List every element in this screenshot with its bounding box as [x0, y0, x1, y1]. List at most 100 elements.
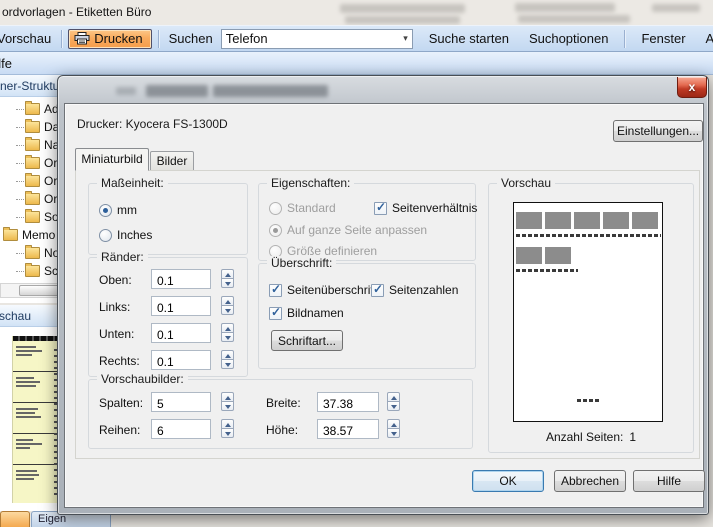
radio-inches[interactable]: Inches	[99, 227, 152, 243]
tree-item-label: Memo	[22, 228, 55, 242]
preview-group-label: Vorschau	[497, 176, 555, 190]
height-spinner[interactable]	[387, 419, 400, 439]
rows-input[interactable]	[151, 419, 211, 439]
start-search-button[interactable]: Suche starten	[419, 31, 519, 46]
checkbox-aspect-ratio[interactable]: Seitenverhältnis	[374, 200, 477, 216]
background-titlebar: ordvorlagen - Etiketten Büro	[0, 0, 713, 25]
font-button[interactable]: Schriftart...	[271, 330, 343, 351]
label-sheet-preview-image	[12, 336, 63, 503]
page-count-line: Anzahl Seiten: 1	[489, 430, 693, 444]
radio-fit-page-label: Auf ganze Seite anpassen	[287, 223, 427, 237]
print-button-label: Drucken	[94, 31, 142, 46]
unit-group-label: Maßeinheit:	[97, 176, 168, 190]
search-options-button[interactable]: Suchoptionen	[519, 31, 619, 46]
margin-top-label: Oben:	[99, 273, 132, 287]
radio-icon[interactable]	[99, 229, 112, 242]
checkbox-page-heading[interactable]: Seitenüberschrift	[269, 282, 377, 298]
thumbnail-placeholder	[516, 247, 542, 264]
height-input[interactable]	[317, 419, 379, 439]
checkbox-page-numbers[interactable]: Seitenzahlen	[371, 282, 458, 298]
checkbox-image-names[interactable]: Bildnamen	[269, 305, 344, 321]
dialog-client-area: Drucker: Kyocera FS-1300D Einstellungen.…	[64, 103, 704, 508]
preview-toolbar-button[interactable]: Vorschau	[0, 31, 55, 46]
margin-left-input[interactable]	[151, 296, 211, 316]
tree-horizontal-scrollbar[interactable]	[0, 283, 63, 298]
tree-connector	[16, 127, 24, 128]
spinner-down-icon[interactable]	[221, 359, 234, 369]
checkbox-page-numbers-label: Seitenzahlen	[389, 283, 458, 297]
folder-icon	[25, 121, 40, 133]
spinner-down-icon[interactable]	[221, 278, 234, 288]
margin-right-spinner[interactable]	[221, 350, 234, 370]
properties-group: Eigenschaften: Standard Seitenverhältnis…	[258, 183, 476, 261]
margin-bottom-input[interactable]	[151, 323, 211, 343]
close-icon[interactable]: x	[677, 77, 707, 98]
width-label: Breite:	[266, 396, 301, 410]
tree-connector	[16, 181, 24, 182]
search-combobox[interactable]: Telefon ▾	[221, 29, 413, 49]
tree-connector	[16, 199, 24, 200]
tree-connector	[16, 163, 24, 164]
bottom-tab-preview[interactable]	[0, 511, 30, 527]
caption-text-row	[516, 269, 578, 272]
folder-icon	[25, 103, 40, 115]
window-menu-button[interactable]: Fenster	[631, 31, 695, 46]
folder-icon	[25, 247, 40, 259]
columns-spinner[interactable]	[221, 392, 234, 412]
margin-left-spinner[interactable]	[221, 296, 234, 316]
toolbar-separator	[61, 30, 62, 48]
margin-top-input[interactable]	[151, 269, 211, 289]
radio-inches-label: Inches	[117, 228, 152, 242]
margin-bottom-spinner[interactable]	[221, 323, 234, 343]
help-menu-item[interactable]: Hilfe	[0, 56, 12, 71]
redacted-text	[345, 16, 460, 24]
cancel-button[interactable]: Abbrechen	[554, 470, 626, 492]
redacted-text	[340, 4, 465, 13]
margin-top-spinner[interactable]	[221, 269, 234, 289]
ok-button[interactable]: OK	[472, 470, 544, 492]
margins-group: Ränder: Oben: Links: Unten: Rechts:	[88, 257, 248, 377]
radio-icon[interactable]	[99, 204, 112, 217]
tree-connector	[16, 217, 24, 218]
thumbnail-placeholder	[574, 212, 600, 229]
spinner-down-icon[interactable]	[221, 401, 234, 411]
tree-connector	[16, 109, 24, 110]
spinner-down-icon[interactable]	[221, 305, 234, 315]
search-combobox-value: Telefon	[226, 31, 268, 46]
checkbox-icon[interactable]	[371, 284, 384, 297]
margin-right-input[interactable]	[151, 350, 211, 370]
thumbnail-placeholder	[632, 212, 658, 229]
print-button[interactable]: Drucken	[68, 29, 151, 49]
view-menu-button[interactable]: Anzeige	[696, 31, 713, 46]
checkbox-icon[interactable]	[374, 202, 387, 215]
radio-mm[interactable]: mm	[99, 202, 137, 218]
dialog-title-redacted	[213, 85, 328, 97]
thumbnail-placeholder	[545, 212, 571, 229]
folder-icon	[3, 229, 18, 241]
tree-connector	[16, 271, 24, 272]
checkbox-icon[interactable]	[269, 307, 282, 320]
checkbox-icon[interactable]	[269, 284, 282, 297]
width-spinner[interactable]	[387, 392, 400, 412]
tab-bilder[interactable]: Bilder	[150, 151, 194, 171]
thumbnail-placeholder	[545, 247, 571, 264]
thumbnails-group-label: Vorschaubilder:	[97, 372, 188, 386]
spinner-down-icon[interactable]	[387, 428, 400, 438]
spinner-down-icon[interactable]	[221, 428, 234, 438]
dialog-title-redacted	[146, 85, 208, 97]
spinner-down-icon[interactable]	[221, 332, 234, 342]
folder-icon	[25, 265, 40, 277]
settings-button[interactable]: Einstellungen...	[613, 120, 703, 142]
rows-spinner[interactable]	[221, 419, 234, 439]
spinner-down-icon[interactable]	[387, 401, 400, 411]
columns-input[interactable]	[151, 392, 211, 412]
help-button[interactable]: Hilfe	[633, 470, 705, 492]
width-input[interactable]	[317, 392, 379, 412]
redacted-text	[652, 4, 700, 12]
thumbnail-placeholder	[516, 212, 542, 229]
margin-bottom-label: Unten:	[99, 327, 134, 341]
chevron-down-icon[interactable]: ▾	[403, 33, 408, 44]
properties-group-label: Eigenschaften:	[267, 176, 354, 190]
tab-miniaturbild[interactable]: Miniaturbild	[75, 148, 149, 171]
thumbnail-placeholder	[603, 212, 629, 229]
